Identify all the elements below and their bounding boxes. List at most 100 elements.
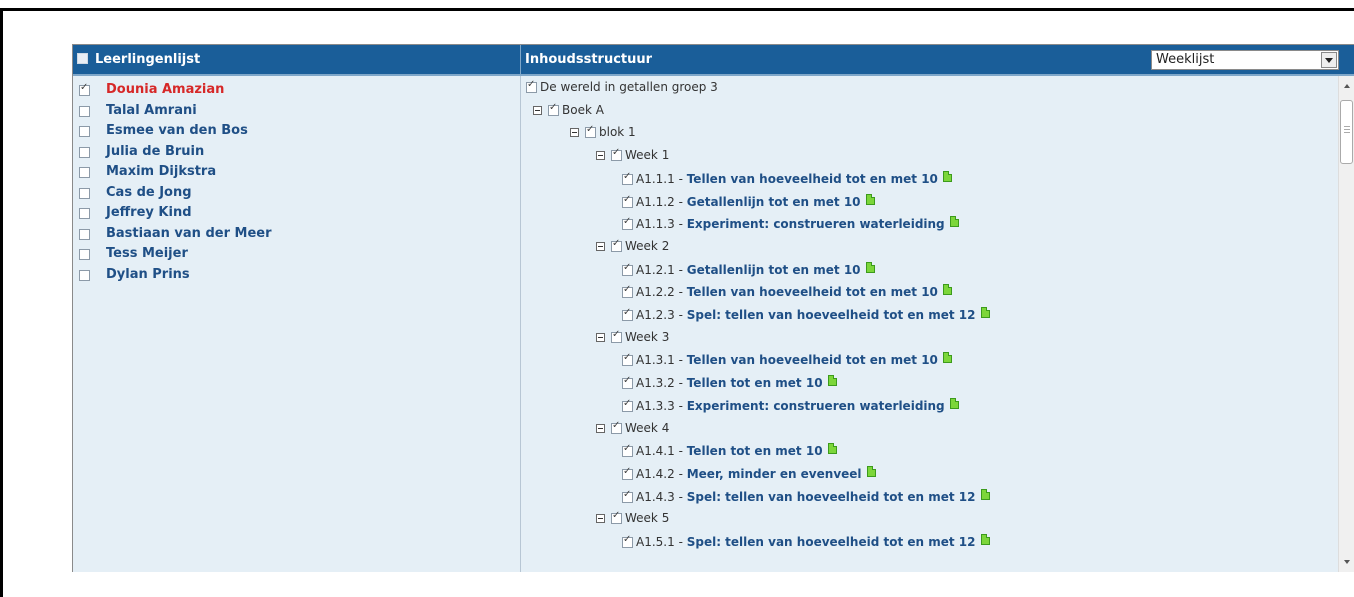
lesson-title-link[interactable]: Spel: tellen van hoeveelheid tot en met … — [687, 490, 976, 504]
lesson-title-link[interactable]: Tellen van hoeveelheid tot en met 10 — [687, 285, 938, 299]
student-checkbox[interactable] — [79, 167, 90, 178]
lesson-title-link[interactable]: Tellen tot en met 10 — [687, 444, 823, 458]
lesson-title-link[interactable]: Tellen van hoeveelheid tot en met 10 — [687, 353, 938, 367]
view-select[interactable]: Weeklijst — [1151, 50, 1339, 70]
student-name[interactable]: Talal Amrani — [106, 103, 197, 118]
document-icon[interactable] — [942, 284, 952, 296]
tree-week[interactable]: Week 4 — [596, 420, 669, 442]
student-checkbox[interactable] — [79, 208, 90, 219]
tree-checkbox[interactable] — [622, 194, 633, 208]
tree-lesson[interactable]: A1.3.1 - Tellen van hoeveelheid tot en m… — [622, 352, 952, 373]
student-name[interactable]: Bastiaan van der Meer — [106, 226, 271, 241]
chevron-down-icon[interactable] — [1321, 52, 1337, 68]
student-row[interactable]: Tess Meijer — [73, 245, 513, 265]
document-icon[interactable] — [942, 352, 952, 364]
tree-lesson[interactable]: A1.1.1 - Tellen van hoeveelheid tot en m… — [622, 170, 952, 192]
tree-lesson[interactable]: A1.1.3 - Experiment: construeren waterle… — [622, 216, 959, 237]
tree-checkbox[interactable] — [611, 510, 622, 525]
collapse-icon[interactable] — [596, 514, 605, 524]
student-row[interactable]: Esmee van den Bos — [73, 122, 513, 142]
student-row[interactable]: Dylan Prins — [73, 266, 513, 286]
tree-lesson[interactable]: A1.4.1 - Tellen tot en met 10 — [622, 443, 837, 464]
document-icon[interactable] — [866, 465, 876, 477]
tree-checkbox[interactable] — [622, 534, 633, 548]
tree-book[interactable]: Boek A — [533, 102, 604, 124]
tree-lesson[interactable]: A1.4.2 - Meer, minder en evenveel — [622, 465, 876, 487]
tree-checkbox[interactable] — [622, 352, 633, 367]
document-icon[interactable] — [949, 216, 959, 228]
tree-checkbox[interactable] — [585, 124, 596, 139]
tree-week[interactable]: Week 2 — [596, 238, 669, 260]
student-checkbox[interactable] — [79, 126, 90, 137]
lesson-title-link[interactable]: Experiment: construeren waterleiding — [687, 217, 945, 231]
tree-lesson[interactable]: A1.2.1 - Getallenlijn tot en met 10 — [622, 261, 875, 283]
tree-lesson[interactable]: A1.3.2 - Tellen tot en met 10 — [622, 375, 837, 396]
lesson-title-link[interactable]: Tellen van hoeveelheid tot en met 10 — [687, 172, 938, 186]
tree-checkbox[interactable] — [622, 398, 633, 412]
document-icon[interactable] — [949, 397, 959, 409]
student-checkbox[interactable] — [79, 228, 90, 240]
student-row[interactable]: Julia de Bruin — [73, 143, 513, 163]
lesson-title-link[interactable]: Getallenlijn tot en met 10 — [687, 263, 861, 277]
student-name[interactable]: Julia de Bruin — [106, 144, 204, 159]
collapse-icon[interactable] — [596, 423, 605, 433]
lesson-title-link[interactable]: Experiment: construeren waterleiding — [687, 399, 945, 413]
select-all-checkbox-icon[interactable] — [77, 53, 88, 64]
student-row[interactable]: Dounia Amazian — [73, 81, 513, 101]
student-checkbox[interactable] — [79, 187, 90, 199]
document-icon[interactable] — [980, 534, 990, 545]
scroll-up-icon[interactable] — [1339, 78, 1354, 94]
tree-checkbox[interactable] — [622, 284, 633, 299]
tree-lesson[interactable]: A1.5.1 - Spel: tellen van hoeveelheid to… — [622, 534, 990, 555]
student-row[interactable]: Bastiaan van der Meer — [73, 225, 513, 245]
student-name[interactable]: Tess Meijer — [106, 246, 188, 261]
student-checkbox[interactable] — [79, 146, 90, 158]
tree-checkbox[interactable] — [622, 489, 633, 503]
tree-checkbox[interactable] — [611, 238, 622, 252]
tree-checkbox[interactable] — [548, 102, 559, 116]
document-icon[interactable] — [980, 488, 990, 500]
tree-week[interactable]: Week 1 — [596, 147, 669, 169]
vertical-scrollbar[interactable] — [1338, 76, 1354, 572]
student-name[interactable]: Dylan Prins — [106, 267, 190, 282]
document-icon[interactable] — [980, 307, 990, 318]
tree-checkbox[interactable] — [611, 147, 622, 162]
student-name[interactable]: Maxim Dijkstra — [106, 164, 216, 179]
student-name[interactable]: Esmee van den Bos — [106, 123, 248, 138]
collapse-icon[interactable] — [596, 332, 605, 342]
student-row[interactable]: Cas de Jong — [73, 184, 513, 204]
scroll-down-icon[interactable] — [1339, 554, 1354, 570]
lesson-title-link[interactable]: Meer, minder en evenveel — [687, 467, 862, 481]
student-checkbox[interactable] — [79, 82, 90, 96]
tree-lesson[interactable]: A1.2.3 - Spel: tellen van hoeveelheid to… — [622, 307, 990, 328]
collapse-icon[interactable] — [570, 128, 579, 138]
lesson-title-link[interactable]: Tellen tot en met 10 — [687, 376, 823, 390]
tree-checkbox[interactable] — [622, 466, 633, 480]
student-checkbox[interactable] — [79, 269, 90, 281]
tree-checkbox[interactable] — [622, 375, 633, 390]
document-icon[interactable] — [865, 261, 875, 273]
tree-checkbox[interactable] — [622, 262, 633, 276]
student-name[interactable]: Cas de Jong — [106, 185, 192, 200]
document-icon[interactable] — [942, 170, 952, 182]
tree-checkbox[interactable] — [622, 443, 633, 458]
lesson-title-link[interactable]: Spel: tellen van hoeveelheid tot en met … — [687, 535, 976, 549]
document-icon[interactable] — [865, 193, 875, 205]
student-row[interactable]: Jeffrey Kind — [73, 204, 513, 224]
lesson-title-link[interactable]: Spel: tellen van hoeveelheid tot en met … — [687, 308, 976, 322]
document-icon[interactable] — [827, 375, 837, 387]
tree-week[interactable]: Week 5 — [596, 510, 669, 532]
tree-checkbox[interactable] — [622, 216, 633, 231]
tree-week[interactable]: Week 3 — [596, 329, 669, 351]
student-checkbox[interactable] — [79, 249, 90, 260]
tree-block[interactable]: blok 1 — [570, 124, 636, 146]
document-icon[interactable] — [827, 443, 837, 455]
student-name[interactable]: Jeffrey Kind — [106, 205, 192, 220]
collapse-icon[interactable] — [533, 105, 542, 115]
tree-lesson[interactable]: A1.1.2 - Getallenlijn tot en met 10 — [622, 193, 875, 215]
tree-checkbox[interactable] — [526, 79, 537, 93]
lesson-title-link[interactable]: Getallenlijn tot en met 10 — [687, 195, 861, 209]
collapse-icon[interactable] — [596, 151, 605, 161]
tree-checkbox[interactable] — [622, 171, 633, 185]
tree-lesson[interactable]: A1.3.3 - Experiment: construeren waterle… — [622, 397, 959, 419]
